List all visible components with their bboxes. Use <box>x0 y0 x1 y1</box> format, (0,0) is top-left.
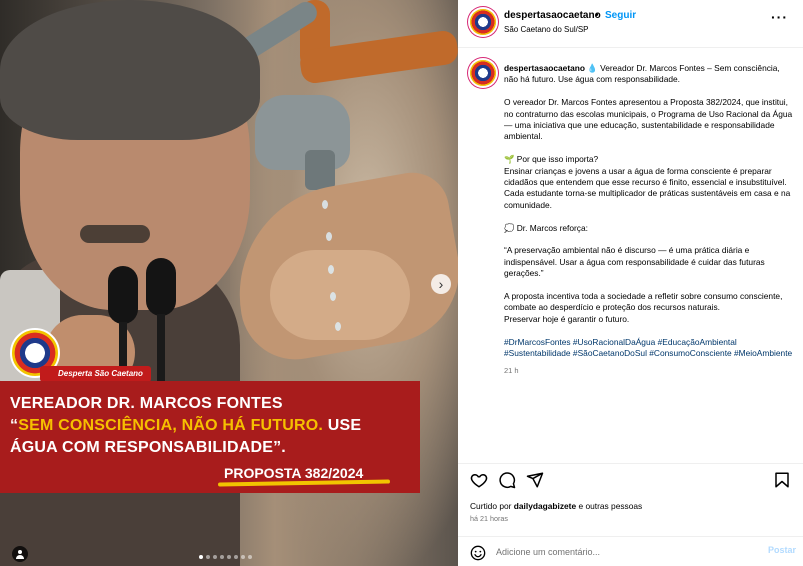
avatar[interactable] <box>470 9 496 35</box>
quote-line-3: ÁGUA COM RESPONSABILIDADE”. <box>10 439 286 456</box>
quote-line-2-tail: USE <box>323 417 362 434</box>
caption-subtitle: 🌱 Por que isso importa? <box>504 154 599 165</box>
caption-hashtags[interactable]: #DrMarcosFontes #UsoRacionalDaÁgua #Educ… <box>504 337 796 360</box>
carousel-dot <box>227 555 231 559</box>
carousel-dot <box>234 555 238 559</box>
caption-time: 21 h <box>504 366 519 376</box>
liked-suffix[interactable]: e outras pessoas <box>576 501 642 511</box>
water-drop <box>326 232 332 241</box>
faucet-spout <box>305 150 335 190</box>
post-comment-button[interactable]: Postar <box>768 545 796 555</box>
caption-text: despertasaocaetano 💧 Vereador Dr. Marcos… <box>504 63 796 377</box>
caption-quote: “A preservação ambiental não é discurso … <box>504 245 765 279</box>
caption-subtitle: 💭 Dr. Marcos reforça: <box>504 222 588 233</box>
carousel-dot <box>213 555 217 559</box>
liked-prefix: Curtido por <box>470 501 514 511</box>
carousel-dots <box>199 555 252 559</box>
proposal-number: PROPOSTA 382/2024 <box>224 465 364 481</box>
action-bar <box>458 463 803 497</box>
water-drop <box>322 200 328 209</box>
brand-ribbon: Desperta São Caetano <box>40 366 151 382</box>
carousel-next-button[interactable]: › <box>431 274 451 294</box>
water-drop <box>335 322 341 331</box>
follow-button[interactable]: Seguir <box>605 10 636 21</box>
caption-paragraph: O vereador Dr. Marcos Fontes apresentou … <box>504 97 793 142</box>
microphone <box>146 258 176 316</box>
comment-bar: Postar <box>458 536 803 566</box>
posted-ago: há 21 horas <box>470 514 508 523</box>
proposal-tag: PROPOSTA 382/2024 <box>217 465 391 487</box>
speaker-mustache <box>80 225 150 243</box>
heart-icon[interactable] <box>470 471 488 489</box>
person-icon <box>16 550 24 559</box>
carousel-dot <box>241 555 245 559</box>
caption-paragraph: Preservar hoje é garantir o futuro. <box>504 313 630 324</box>
share-icon[interactable] <box>526 471 544 489</box>
quote-line-1: VEREADOR DR. MARCOS FONTES <box>10 395 283 412</box>
liked-by-text: Curtido por dailydagabizete e outras pes… <box>470 501 642 511</box>
carousel-dot <box>220 555 224 559</box>
carousel-dot <box>206 555 210 559</box>
liked-user[interactable]: dailydagabizete <box>514 501 576 511</box>
microphone-stand <box>157 314 165 382</box>
caption-username[interactable]: despertasaocaetano <box>504 63 585 73</box>
post-image[interactable]: Desperta São Caetano VEREADOR DR. MARCOS… <box>0 0 458 566</box>
avatar[interactable] <box>470 60 496 86</box>
tagged-users-button[interactable] <box>12 546 28 562</box>
post-sidebar: despertasaocaetano • Seguir São Caetano … <box>458 0 803 566</box>
water-drop <box>330 292 336 301</box>
header-separator: • <box>595 10 599 21</box>
comment-input[interactable] <box>496 544 756 560</box>
bookmark-icon[interactable] <box>773 471 791 489</box>
emoji-icon[interactable] <box>470 545 486 561</box>
caption-paragraph: A proposta incentiva toda a sociedade a … <box>504 291 783 313</box>
quote-banner: VEREADOR DR. MARCOS FONTES “SEM CONSCIÊN… <box>0 381 420 493</box>
caption-paragraph: Ensinar crianças e jovens a usar a água … <box>504 165 791 210</box>
header-username[interactable]: despertasaocaetano <box>504 10 601 21</box>
post-header: despertasaocaetano • Seguir São Caetano … <box>458 0 803 48</box>
location-link[interactable]: São Caetano do Sul/SP <box>504 25 589 34</box>
carousel-dot <box>199 555 203 559</box>
more-options-icon[interactable]: ··· <box>771 9 788 25</box>
comment-icon[interactable] <box>498 471 516 489</box>
quote-highlight: SEM CONSCIÊNCIA, NÃO HÁ FUTURO. <box>18 417 324 434</box>
microphone <box>108 266 138 324</box>
quote-line-2: “SEM CONSCIÊNCIA, NÃO HÁ FUTURO. USE <box>10 415 410 437</box>
water-drop <box>328 265 334 274</box>
caption-area: despertasaocaetano 💧 Vereador Dr. Marcos… <box>458 49 803 463</box>
faucet <box>255 95 350 170</box>
carousel-dot <box>248 555 252 559</box>
quote-open-mark: “ <box>10 417 19 434</box>
speaker-hair <box>0 0 260 140</box>
